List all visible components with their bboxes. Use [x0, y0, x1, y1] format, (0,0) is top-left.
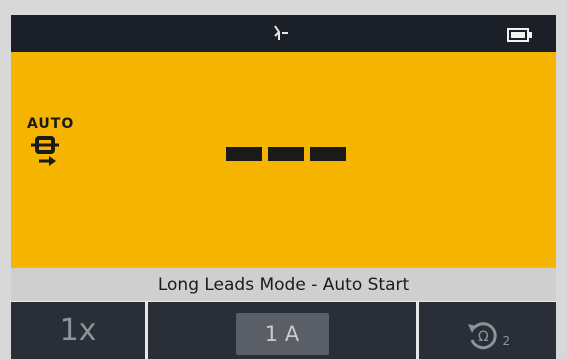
ohm-lock-softkey[interactable]: Ω 2 [419, 302, 556, 359]
auto-label: AUTO [27, 116, 75, 132]
reading-dash [310, 147, 346, 161]
reading-dash [268, 147, 304, 161]
range-selector: 1 A [235, 312, 329, 355]
svg-text:Ω: Ω [478, 329, 489, 345]
reading-value: --- [226, 147, 346, 165]
signal-antenna-icon [272, 24, 290, 46]
ohm-lock-subscript: 2 [502, 333, 511, 348]
ohm-lock-icon: Ω [467, 321, 497, 349]
range-label: 1 A [264, 321, 300, 346]
range-softkey[interactable]: 1 A [148, 302, 416, 359]
status-bar [11, 15, 556, 52]
long-leads-probe-icon [29, 135, 61, 173]
battery-icon [507, 27, 533, 46]
mode-status-text: Long Leads Mode - Auto Start [157, 275, 410, 295]
meter-screen: AUTO --- Long Leads Mode - Auto Start 1x… [11, 15, 556, 359]
mode-status-bar: Long Leads Mode - Auto Start [11, 267, 556, 302]
measurement-display: AUTO --- [11, 52, 556, 267]
multiplier-label: 1x [59, 313, 97, 348]
multiplier-softkey[interactable]: 1x [11, 302, 145, 359]
softkey-bar: 1x 1 A Ω 2 [11, 301, 556, 359]
reading-dash [226, 147, 262, 161]
